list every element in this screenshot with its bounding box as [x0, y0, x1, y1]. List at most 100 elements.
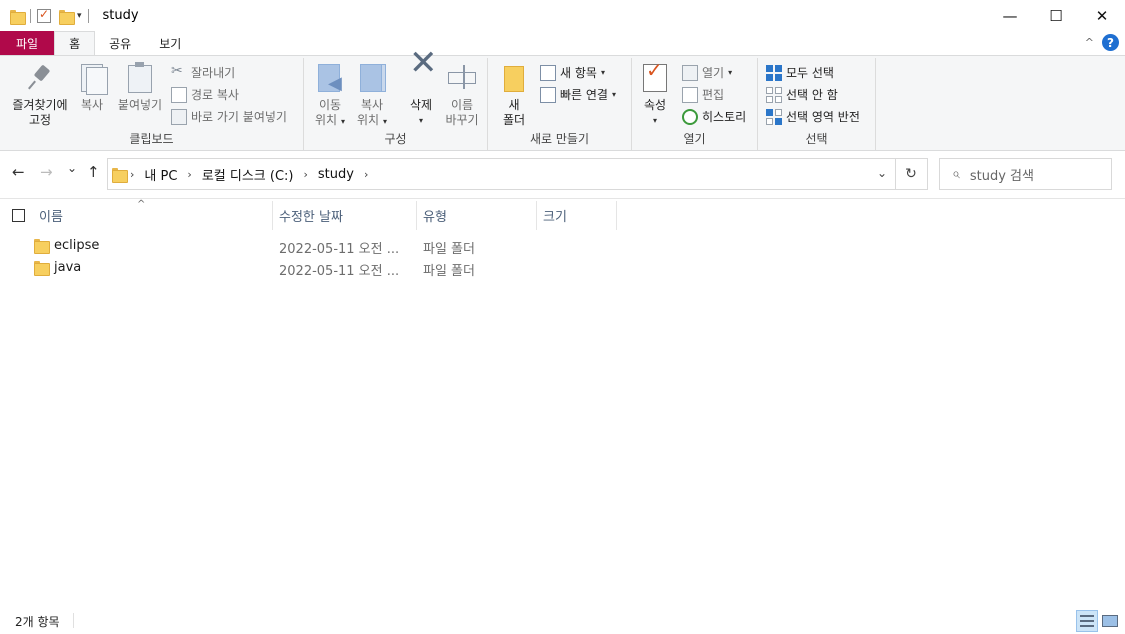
new-group: 새 폴더 새 항목 ▾ 빠른 연결 ▾ 새로 만들기: [488, 58, 632, 150]
copy-to-label-line2: 위치: [356, 113, 380, 127]
chevron-right-icon[interactable]: ›: [364, 168, 368, 181]
properties-icon: [639, 62, 671, 94]
collapse-ribbon-icon[interactable]: ^: [1085, 36, 1094, 49]
open-icon: [682, 64, 698, 81]
delete-button[interactable]: ✕ 삭제 ▾: [402, 43, 440, 128]
copy-icon: [76, 62, 108, 95]
column-header-name[interactable]: 이름: [33, 201, 273, 230]
tab-share[interactable]: 공유: [95, 31, 145, 55]
minimize-button[interactable]: —: [987, 0, 1033, 31]
column-header-size[interactable]: 크기: [537, 201, 617, 230]
new-group-label: 새로 만들기: [529, 132, 589, 146]
select-group: 모두 선택 선택 안 함 선택 영역 반전 선택: [758, 58, 876, 150]
ribbon-tabs: 파일 홈 공유 보기 ^ ?: [0, 31, 1125, 55]
file-list: eclipse 2022-05-11 오전 ... 파일 폴더 java 202…: [0, 235, 1125, 279]
tab-view[interactable]: 보기: [145, 31, 195, 55]
up-button[interactable]: ↑: [87, 163, 100, 181]
list-item[interactable]: java 2022-05-11 오전 ... 파일 폴더: [0, 257, 1125, 279]
copy-to-button[interactable]: 복사 위치 ▾: [352, 62, 392, 129]
tab-home[interactable]: 홈: [54, 31, 96, 55]
new-folder-label-line2: 폴더: [502, 113, 526, 127]
recent-locations-button[interactable]: ⌄: [67, 161, 77, 175]
list-item[interactable]: eclipse 2022-05-11 오전 ... 파일 폴더: [0, 235, 1125, 257]
address-bar[interactable]: › 내 PC › 로컬 디스크 (C:) › study › ⌄: [107, 158, 896, 190]
cut-button[interactable]: 잘라내기: [171, 63, 235, 81]
copy-path-button[interactable]: 경로 복사: [171, 86, 239, 103]
invert-selection-button[interactable]: 선택 영역 반전: [766, 108, 860, 125]
paste-shortcut-label: 바로 가기 붙여넣기: [191, 110, 287, 124]
paste-button[interactable]: 붙여넣기: [114, 62, 166, 113]
properties-qat-icon[interactable]: [37, 7, 51, 23]
customize-qat-dropdown-icon[interactable]: ▾: [77, 11, 82, 21]
file-date: 2022-05-11 오전 ...: [279, 264, 400, 279]
details-view-icon: [1080, 615, 1094, 627]
paste-shortcut-button[interactable]: 바로 가기 붙여넣기: [171, 108, 287, 125]
paste-icon: [124, 62, 156, 94]
folder-icon: [34, 260, 50, 276]
new-item-icon: [540, 64, 556, 81]
delete-icon: ✕: [409, 43, 438, 83]
new-item-label: 새 항목: [560, 66, 597, 80]
rename-icon: [446, 62, 478, 94]
window-title: study: [102, 8, 139, 23]
pin-to-quick-access-button[interactable]: 즐겨찾기에 고정: [6, 62, 74, 128]
column-header-date[interactable]: 수정한 날짜: [273, 201, 417, 230]
open-group: 속성 ▾ 열기 ▾ 편집 히스토리 열기: [632, 58, 758, 150]
large-icons-view-button[interactable]: [1099, 610, 1121, 632]
address-history-dropdown-icon[interactable]: ⌄: [877, 166, 887, 180]
close-button[interactable]: ✕: [1079, 0, 1125, 31]
folder-icon: [112, 167, 128, 183]
refresh-button[interactable]: ↻: [895, 158, 928, 190]
pin-label-line2: 고정: [28, 113, 52, 127]
clipboard-group: 즐겨찾기에 고정 복사 붙여넣기 잘라내기 경로 복사 바로 가기 붙여넣기 클…: [0, 58, 304, 150]
navigation-bar: ← → ⌄ ↑ › 내 PC › 로컬 디스크 (C:) › study › ⌄…: [0, 151, 1125, 199]
copy-path-label: 경로 복사: [191, 88, 239, 102]
select-none-button[interactable]: 선택 안 함: [766, 86, 838, 103]
file-type: 파일 폴더: [423, 242, 475, 257]
search-placeholder: study 검색: [969, 168, 1034, 184]
paste-label: 붙여넣기: [117, 98, 163, 112]
select-none-icon: [766, 86, 782, 103]
move-to-icon: ◀: [314, 62, 346, 94]
maximize-button[interactable]: ☐: [1033, 0, 1079, 31]
search-box[interactable]: ⌕ study 검색: [939, 158, 1112, 190]
details-view-button[interactable]: [1076, 610, 1098, 632]
breadcrumb-study[interactable]: study: [318, 167, 354, 182]
forward-button[interactable]: →: [40, 163, 53, 181]
chevron-right-icon[interactable]: ›: [187, 168, 191, 181]
rename-button[interactable]: 이름 바꾸기: [440, 62, 484, 128]
move-label-line1: 이동: [318, 98, 342, 112]
clipboard-group-label: 클립보드: [129, 132, 174, 146]
easy-access-button[interactable]: 빠른 연결 ▾: [540, 86, 616, 103]
help-icon[interactable]: ?: [1102, 34, 1119, 51]
properties-button[interactable]: 속성 ▾: [638, 62, 672, 128]
move-to-button[interactable]: ◀ 이동 위치 ▾: [310, 62, 350, 129]
ribbon: 즐겨찾기에 고정 복사 붙여넣기 잘라내기 경로 복사 바로 가기 붙여넣기 클…: [0, 43, 1125, 151]
breadcrumb-this-pc[interactable]: 내 PC: [144, 165, 177, 184]
file-name: java: [54, 260, 82, 275]
status-bar: 2개 항목: [0, 608, 1125, 634]
new-folder-button[interactable]: 새 폴더: [496, 62, 532, 128]
history-icon: [682, 108, 698, 125]
pin-icon: [24, 62, 56, 94]
chevron-right-icon[interactable]: ›: [130, 168, 134, 181]
copy-button[interactable]: 복사: [74, 62, 110, 113]
open-group-label: 열기: [683, 132, 706, 146]
select-all-checkbox[interactable]: [12, 209, 25, 222]
chevron-right-icon[interactable]: ›: [304, 168, 308, 181]
open-button[interactable]: 열기 ▾: [682, 64, 732, 81]
edit-button[interactable]: 편집: [682, 86, 724, 103]
breadcrumb-local-disk[interactable]: 로컬 디스크 (C:): [202, 165, 294, 184]
back-button[interactable]: ←: [12, 163, 25, 181]
history-button[interactable]: 히스토리: [682, 108, 746, 125]
new-folder-qat-icon[interactable]: [59, 9, 75, 25]
column-header-type[interactable]: 유형: [417, 201, 537, 230]
column-headers: ^ 이름 수정한 날짜 유형 크기: [0, 199, 1125, 230]
new-item-button[interactable]: 새 항목 ▾: [540, 64, 605, 81]
scissors-icon: [171, 63, 187, 81]
tab-file[interactable]: 파일: [0, 31, 55, 55]
select-none-label: 선택 안 함: [786, 88, 838, 102]
select-all-button[interactable]: 모두 선택: [766, 64, 834, 81]
edit-label: 편집: [702, 88, 725, 102]
copy-label: 복사: [80, 98, 104, 112]
